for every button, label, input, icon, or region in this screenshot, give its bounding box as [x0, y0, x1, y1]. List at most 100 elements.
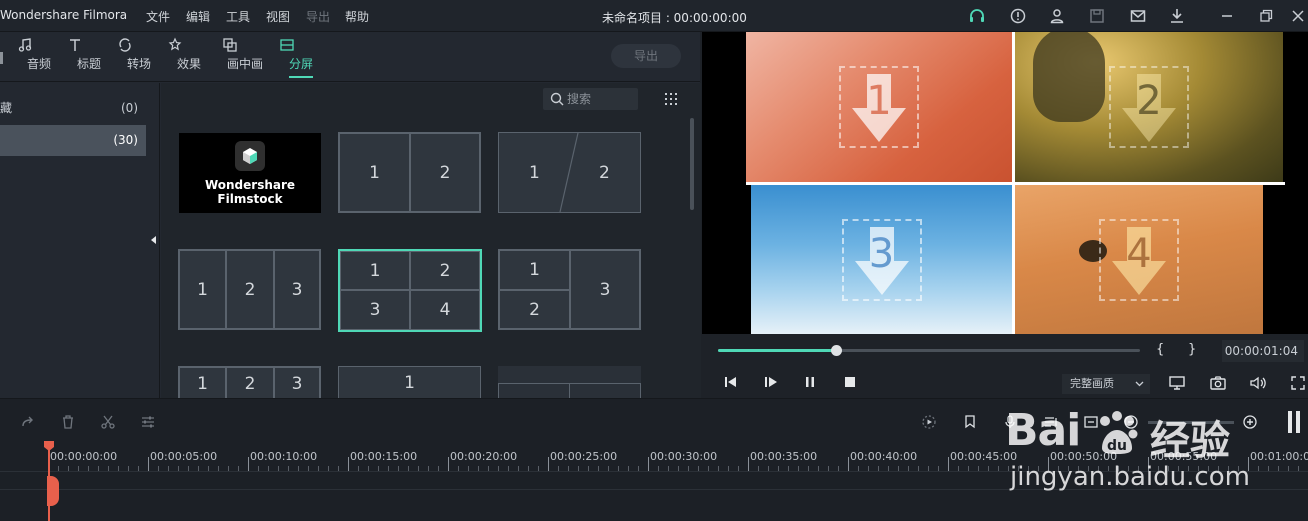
ruler-tick — [458, 466, 459, 471]
menu-tools[interactable]: 工具 — [226, 8, 250, 25]
pip-icon — [223, 38, 237, 52]
camera-icon[interactable] — [1209, 375, 1227, 391]
marker-icon[interactable] — [962, 414, 978, 430]
tab-transitions[interactable]: 转场 — [117, 32, 161, 82]
cube-icon — [243, 148, 257, 164]
menu-view[interactable]: 视图 — [266, 8, 290, 25]
ruler-tick — [198, 466, 199, 471]
ruler-tick — [558, 466, 559, 471]
timecode-tick: 00:00:00:00 — [50, 450, 118, 463]
delete-icon[interactable] — [60, 414, 76, 430]
ruler-tick — [768, 466, 769, 471]
ruler-tick — [138, 466, 139, 471]
zoom-in-icon[interactable] — [1242, 414, 1258, 430]
menu-export[interactable]: 导出 — [306, 8, 330, 25]
save-icon[interactable] — [1088, 7, 1106, 25]
play-icon[interactable] — [764, 376, 778, 388]
restore-icon[interactable] — [1257, 7, 1275, 25]
minimize-icon[interactable] — [1218, 7, 1236, 25]
download-icon[interactable] — [1168, 7, 1186, 25]
tab-audio[interactable]: 音频 — [17, 32, 61, 82]
split-template-partial[interactable] — [498, 366, 641, 398]
ruler-tick — [598, 466, 599, 471]
pause-icon[interactable] — [804, 376, 816, 388]
pause-bar-icon[interactable] — [1296, 411, 1300, 433]
split-template-3-vertical-b[interactable]: 1 2 3 — [178, 366, 321, 399]
tab-effects[interactable]: 效果 — [167, 32, 211, 82]
split-template-3-mixed[interactable]: 1 2 3 — [498, 249, 641, 330]
drop-zone-2: 2 — [1015, 32, 1283, 182]
playhead-track-marker — [47, 476, 59, 506]
headset-icon[interactable] — [968, 7, 986, 25]
preview-quadrant-2[interactable]: 2 — [1015, 32, 1283, 182]
stop-icon[interactable] — [844, 376, 856, 388]
ruler-tick — [758, 466, 759, 471]
monitor-icon[interactable] — [1168, 375, 1186, 391]
tab-splitscreen[interactable]: 分屏 — [279, 32, 323, 82]
ruler-tick — [448, 457, 449, 471]
ruler-tick — [168, 466, 169, 471]
user-icon[interactable] — [1048, 7, 1066, 25]
fullscreen-icon[interactable] — [1290, 375, 1306, 391]
quality-select[interactable]: 完整画质 — [1062, 374, 1150, 394]
watermark-brand: Bai — [1005, 405, 1081, 456]
scissors-icon[interactable] — [100, 414, 116, 430]
redo-icon[interactable] — [20, 414, 36, 430]
split-template-4-grid[interactable]: 1 2 3 4 — [338, 249, 482, 332]
menu-edit[interactable]: 编辑 — [186, 8, 210, 25]
timecode-tick: 00:00:20:00 — [450, 450, 518, 463]
tab-label: 分屏 — [288, 57, 313, 71]
sidebar-item-count: (30) — [113, 133, 138, 147]
info-icon[interactable] — [1009, 7, 1027, 25]
menu-file[interactable]: 文件 — [146, 8, 170, 25]
collapse-arrow-icon[interactable] — [150, 235, 158, 245]
playback-track[interactable] — [718, 345, 1140, 356]
split-cell: 1 — [179, 250, 226, 329]
ruler-tick — [1258, 466, 1259, 471]
split-template-horizontal[interactable]: 1 — [338, 366, 481, 398]
mark-in-button[interactable]: { — [1156, 342, 1164, 357]
ruler-tick — [918, 466, 919, 471]
split-template-3-vertical[interactable]: 1 2 3 — [178, 249, 321, 330]
pause-bar-icon[interactable] — [1288, 411, 1292, 433]
mail-icon[interactable] — [1129, 7, 1147, 25]
splitscreen-collection — [161, 83, 701, 398]
chevron-down-icon — [1135, 381, 1144, 387]
split-template-2-diagonal[interactable]: 1 2 — [498, 132, 641, 213]
adjust-icon[interactable] — [140, 414, 156, 430]
prev-frame-icon[interactable] — [724, 376, 738, 388]
app-title: Wondershare Filmora — [0, 8, 128, 22]
close-icon[interactable] — [1289, 7, 1307, 25]
text-icon — [70, 39, 80, 51]
ruler-tick — [938, 466, 939, 471]
tab-pip[interactable]: 画中画 — [222, 32, 268, 82]
filmstock-thumbnail[interactable]: Wondershare Filmstock — [179, 133, 321, 213]
ruler-tick — [578, 466, 579, 471]
ruler-tick — [648, 457, 649, 471]
playback-handle[interactable] — [831, 345, 843, 356]
preview-quadrant-4[interactable]: 4 — [1015, 185, 1263, 334]
sidebar-item-selected[interactable]: (30) — [0, 125, 146, 156]
tab-label: 标题 — [76, 57, 101, 71]
sidebar-item-favorites[interactable]: 藏 (0) — [0, 93, 146, 124]
timecode-tick: 00:01:00:00 — [1250, 450, 1308, 463]
grid-view-icon[interactable] — [664, 92, 678, 106]
timecode-tick: 00:00:40:00 — [850, 450, 918, 463]
preview-quadrant-3[interactable]: 3 — [751, 185, 1012, 334]
collection-scrollbar[interactable] — [690, 118, 694, 210]
preview-quadrant-1[interactable]: 1 — [746, 32, 1012, 182]
ruler-tick — [898, 466, 899, 471]
ruler-tick — [858, 466, 859, 471]
tab-label: 音频 — [26, 57, 51, 71]
ruler-tick — [868, 466, 869, 471]
volume-icon[interactable] — [1249, 375, 1267, 391]
export-button[interactable]: 导出 — [611, 44, 681, 68]
tab-titles[interactable]: 标题 — [67, 32, 111, 82]
menu-help[interactable]: 帮助 — [345, 8, 369, 25]
render-icon[interactable] — [921, 414, 937, 430]
search-input[interactable]: 搜索 — [543, 88, 638, 110]
ruler-tick — [568, 466, 569, 471]
mark-out-button[interactable]: } — [1188, 342, 1196, 357]
split-template-2-vertical[interactable]: 1 2 — [338, 132, 481, 213]
ruler-tick — [888, 466, 889, 471]
